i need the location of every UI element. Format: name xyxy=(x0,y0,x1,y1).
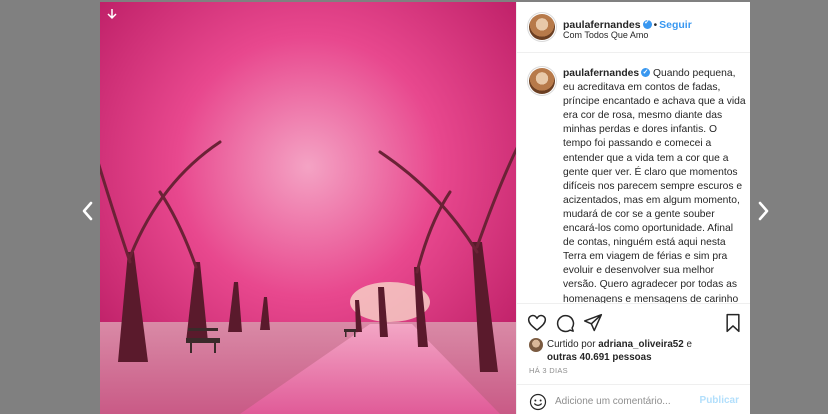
caption-username[interactable]: paulafernandes xyxy=(563,68,639,79)
comment-input[interactable] xyxy=(555,393,695,409)
comments-area[interactable]: paulafernandes Quando pequena, eu acredi… xyxy=(517,53,750,303)
post-timestamp[interactable]: HÁ 3 DIAS xyxy=(529,366,568,375)
verified-badge-icon xyxy=(641,66,651,80)
chevron-left-icon xyxy=(82,201,93,221)
publish-button[interactable]: Publicar xyxy=(700,395,739,406)
post-photo[interactable] xyxy=(100,2,516,414)
chevron-right-icon xyxy=(758,201,769,221)
post-header: paulafernandes•Seguir Com Todos Que Amo xyxy=(517,2,750,53)
comment-bar: Publicar xyxy=(517,384,750,414)
caption-text: Quando pequena, eu acreditava em contos … xyxy=(563,68,746,303)
share-icon[interactable] xyxy=(583,313,603,333)
avatar[interactable] xyxy=(529,14,555,40)
post-panel: paulafernandes•Seguir Com Todos Que Amo … xyxy=(516,2,750,414)
next-post-button[interactable] xyxy=(755,196,773,226)
prev-post-button[interactable] xyxy=(78,196,96,226)
likes-count-link[interactable]: outras 40.691 pessoas xyxy=(547,352,652,363)
liked-prefix: Curtido por xyxy=(547,339,596,350)
follow-button[interactable]: Seguir xyxy=(659,19,692,31)
location-link[interactable]: Com Todos Que Amo xyxy=(563,30,648,40)
cherry-blossom-image xyxy=(100,2,516,414)
liked-and: e xyxy=(686,339,692,350)
caption-avatar[interactable] xyxy=(529,68,555,94)
likes-text: Curtido por adriana_oliveira52 e outras … xyxy=(547,338,747,364)
comment-icon[interactable] xyxy=(555,313,575,333)
bookmark-icon[interactable] xyxy=(723,313,743,333)
smiley-icon[interactable] xyxy=(529,393,547,411)
liked-user-link[interactable]: adriana_oliveira52 xyxy=(598,339,684,350)
heart-icon[interactable] xyxy=(527,313,547,333)
caption: paulafernandes Quando pequena, eu acredi… xyxy=(563,66,747,303)
liker-avatar xyxy=(529,338,543,352)
actions-section: Curtido por adriana_oliveira52 e outras … xyxy=(517,303,750,414)
verified-badge-icon xyxy=(642,18,652,29)
separator-dot: • xyxy=(653,20,658,31)
post-modal: paulafernandes•Seguir Com Todos Que Amo … xyxy=(100,2,750,414)
